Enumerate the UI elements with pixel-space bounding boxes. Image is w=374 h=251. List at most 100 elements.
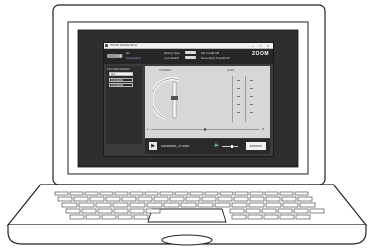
- keyboard-key: [153, 196, 169, 202]
- keyboard-key: [159, 191, 174, 196]
- sidebar-item-all[interactable]: ALL: [109, 72, 133, 76]
- keyboard-key: [78, 202, 95, 208]
- keyboard-key: [231, 214, 247, 220]
- keyboard-key: [247, 214, 263, 220]
- keyboard-key: [297, 196, 313, 202]
- keyboard-key: [81, 208, 97, 214]
- keyboard-key: [293, 208, 309, 214]
- keyboard-key: [129, 202, 146, 208]
- file-browser: FILE BROWSER ALL FOLDER01 FOLDER02: [106, 66, 142, 144]
- keyboard-key: [309, 208, 325, 214]
- keyboard-key: [295, 214, 311, 220]
- keyboard-key: [89, 196, 105, 202]
- keyboard-key: [231, 202, 248, 208]
- sd-card-label: SD Card: [201, 51, 213, 55]
- stereo-label: STEREO: [159, 68, 172, 72]
- device-status: Connected: [126, 56, 141, 60]
- keyboard-key: [101, 214, 117, 220]
- keyboard-key: [248, 202, 265, 208]
- keyboard-key: [233, 196, 249, 202]
- keyboard-key: [113, 208, 129, 214]
- keyboard-key: [121, 196, 137, 202]
- play-icon: ▶: [151, 143, 155, 149]
- keyboard-key: [129, 191, 144, 196]
- keyboard-key: [180, 202, 197, 208]
- keyboard-key: [85, 214, 101, 220]
- keyboard-key: [114, 191, 129, 196]
- keyboard-key: [185, 196, 201, 202]
- keyboard-key: [201, 196, 217, 202]
- speaker-icon: 🔈: [214, 142, 221, 148]
- low-rolloff-select[interactable]: [185, 56, 196, 59]
- volume-slider[interactable]: [222, 145, 238, 148]
- keyboard-key: [146, 202, 163, 208]
- low-rolloff-label: Low Rolloff: [164, 56, 179, 60]
- gain-label: GAIN: [227, 68, 235, 72]
- keyboard-key: [61, 202, 78, 208]
- keyboard-key: [197, 202, 214, 208]
- keyboard-key: [265, 202, 282, 208]
- sidebar-item-folder01[interactable]: FOLDER01: [109, 78, 133, 82]
- keyboard-key: [84, 191, 99, 196]
- keyboard-key: [145, 208, 161, 214]
- keyboard-key: [265, 196, 281, 202]
- keyboard-key: [294, 191, 309, 196]
- mixer-panel: STEREO GAIN L R: [145, 66, 270, 138]
- balance-slider[interactable]: [151, 128, 259, 131]
- balance-left-label: L: [147, 127, 149, 131]
- keyboard-key: [137, 196, 153, 202]
- recorder-icon: [107, 54, 123, 58]
- play-button[interactable]: ▶: [149, 142, 157, 150]
- keyboard-key: [169, 196, 185, 202]
- balance-right-label: R: [262, 127, 265, 131]
- keyboard-key: [264, 191, 279, 196]
- app-icon: [105, 44, 108, 47]
- window-title: ZOOM GUIDE Mixer: [110, 43, 138, 47]
- keyboard-key: [214, 202, 231, 208]
- keyboard-key: [189, 191, 204, 196]
- keyboard-key: [69, 191, 84, 196]
- sd-card-value: 8 GB: [212, 51, 219, 55]
- recording-time-label: Recording Time: [201, 56, 223, 60]
- keyboard-key: [112, 202, 129, 208]
- keyboard-key: [249, 191, 264, 196]
- keyboard-key: [217, 196, 233, 202]
- file-name: ZOOM0001_XY.WAV: [161, 144, 190, 148]
- keyboard-key: [234, 191, 249, 196]
- gain-fader-right[interactable]: [245, 76, 246, 122]
- keyboard-key: [279, 191, 294, 196]
- stereo-width-dial[interactable]: [153, 74, 193, 124]
- mixing-type-label: Mixing Type: [164, 51, 180, 55]
- keyboard-key: [57, 196, 73, 202]
- zoom-logo: ZOOM: [252, 51, 269, 57]
- device-name: H1: [126, 51, 130, 55]
- volume-slider-knob[interactable]: [231, 145, 233, 148]
- file-browser-heading: FILE BROWSER: [107, 67, 130, 71]
- sidebar-item-folder02[interactable]: FOLDER02: [109, 83, 133, 87]
- keyboard-key: [263, 214, 279, 220]
- keyboard-key: [282, 202, 299, 208]
- app-window: ZOOM GUIDE Mixer – □ × H1 Connected Mixi…: [103, 42, 274, 157]
- window-controls[interactable]: – □ ×: [252, 43, 271, 48]
- mixing-type-select[interactable]: [185, 51, 196, 54]
- player-bar: ▶ ZOOM0001_XY.WAV 🔈 EXPORT: [145, 139, 270, 154]
- gain-fader-left[interactable]: [232, 76, 233, 122]
- keyboard-key: [69, 214, 85, 220]
- keyboard-key: [133, 214, 149, 220]
- keyboard-key: [65, 208, 81, 214]
- balance-slider-knob[interactable]: [204, 128, 206, 131]
- keyboard-key: [97, 208, 113, 214]
- keyboard-key: [95, 202, 112, 208]
- keyboard-key: [73, 196, 89, 202]
- keyboard-key: [54, 191, 69, 196]
- keyboard-key: [163, 202, 180, 208]
- keyboard-key: [229, 208, 245, 214]
- keyboard-key: [249, 196, 265, 202]
- export-button[interactable]: EXPORT: [246, 142, 266, 150]
- keyboard-key: [219, 191, 234, 196]
- keyboard-key: [129, 208, 145, 214]
- keyboard-key: [174, 191, 189, 196]
- recording-time-value: 00:00: [222, 56, 230, 60]
- keyboard-key: [245, 208, 261, 214]
- keyboard-key: [144, 191, 159, 196]
